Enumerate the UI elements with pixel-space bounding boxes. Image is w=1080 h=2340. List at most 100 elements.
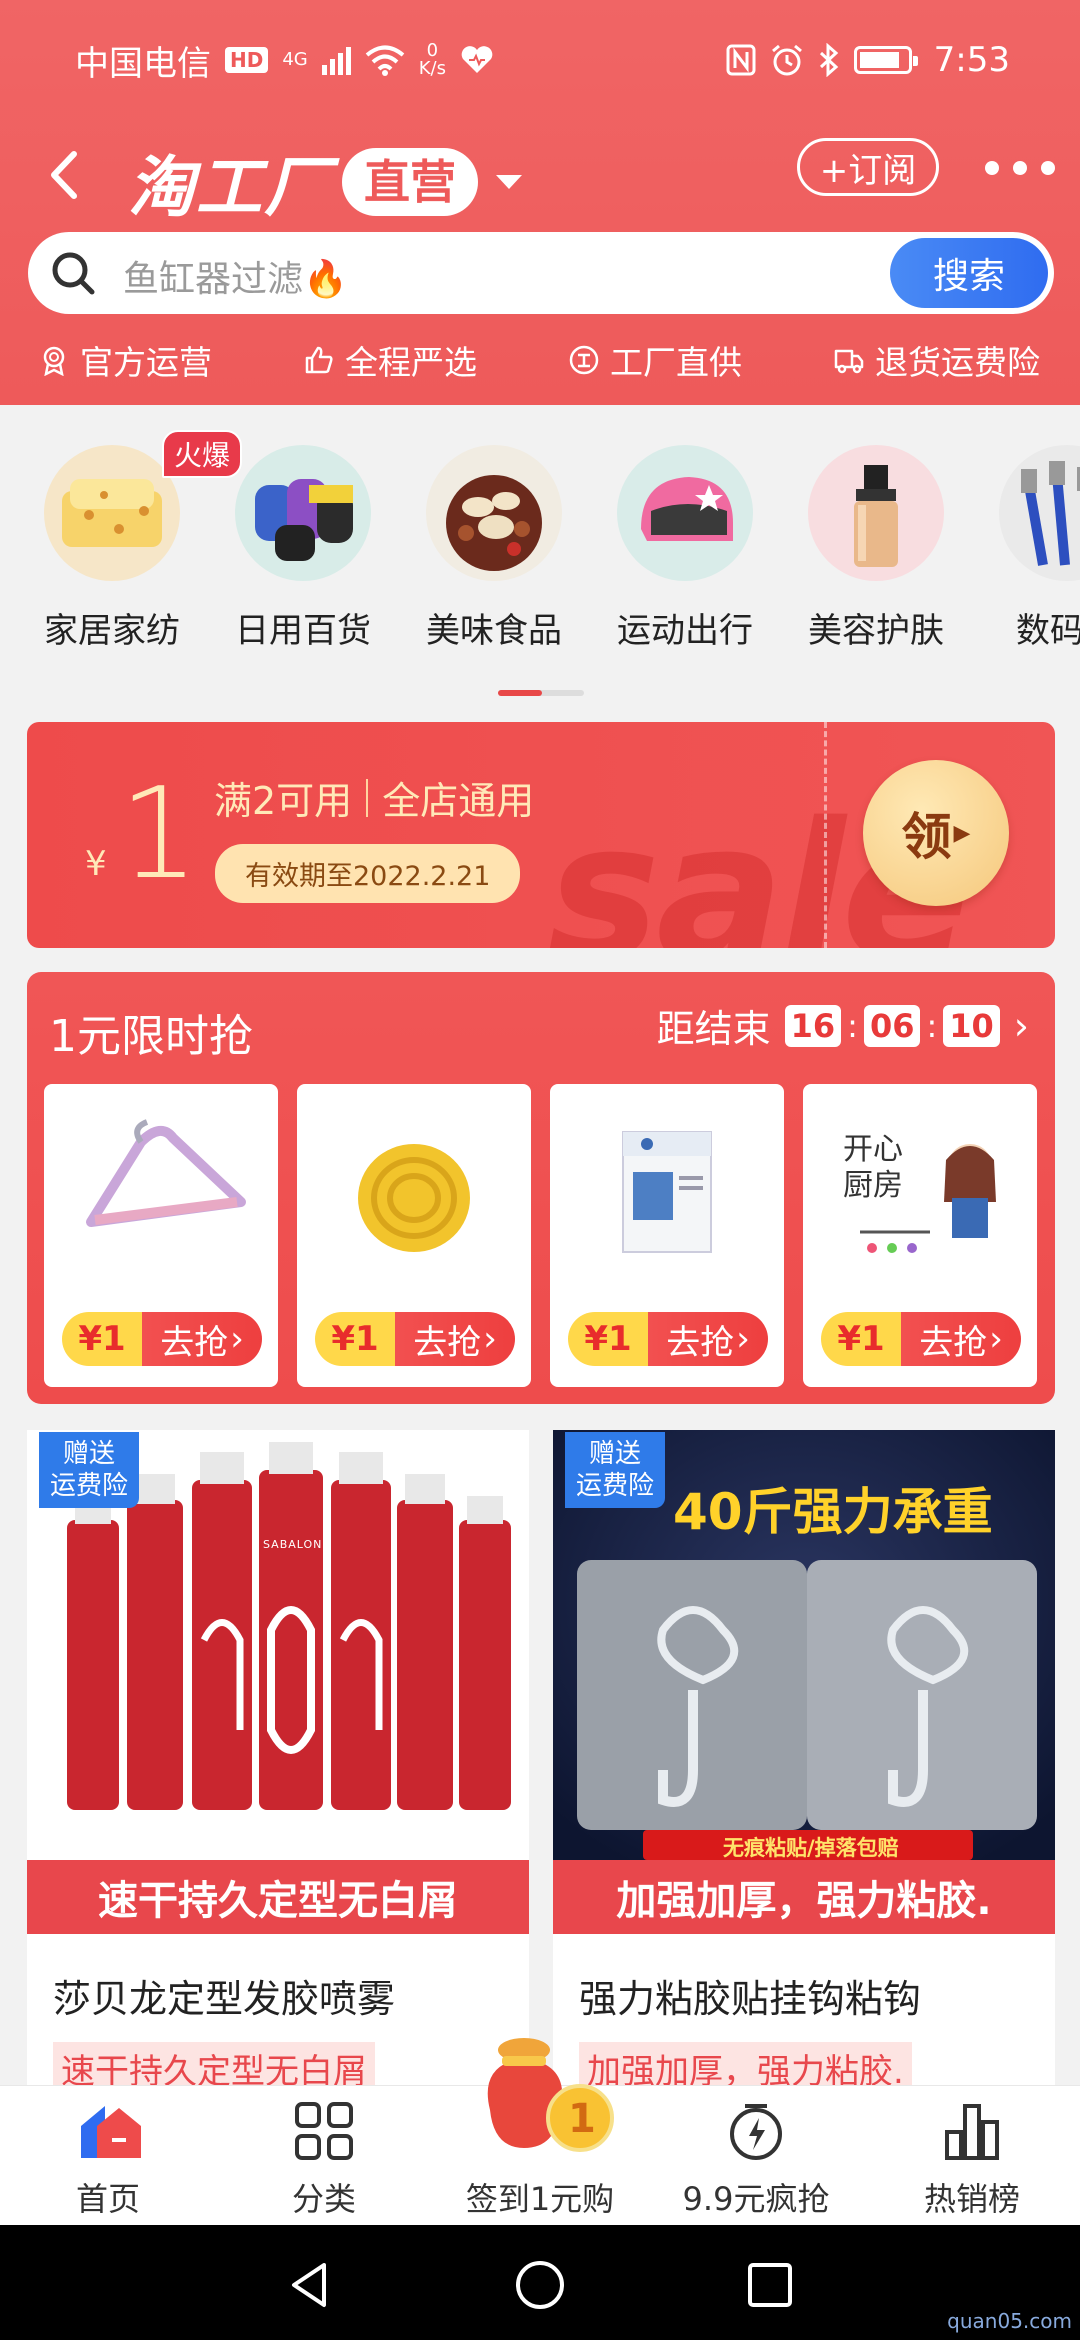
category-image (426, 445, 562, 581)
status-bar: 中国电信 HD 4G 0 K/s 7:53 (0, 0, 1080, 120)
feature-return-insurance: 退货运费险 (833, 336, 1040, 384)
store-switcher[interactable]: 淘工厂 直营 (128, 134, 522, 230)
countdown-minutes: 06 (863, 1004, 921, 1047)
wifi-icon (365, 45, 405, 76)
tab-home[interactable]: 首页 (0, 2086, 216, 2226)
bar-chart-icon (945, 2104, 999, 2160)
category-row: 家居家纺 火爆 日用百货 美味食品 运动出行 美容护肤 数码 (0, 430, 1080, 660)
category-image (235, 445, 371, 581)
category-image (44, 445, 180, 581)
search-bar[interactable]: 鱼缸器过滤🔥 搜索 (28, 232, 1054, 314)
product-title: 强力粘胶贴挂钩粘钩 (579, 1977, 922, 2021)
coupon-scope: 全店通用 (382, 779, 535, 823)
countdown-hours: 16 (784, 1004, 842, 1047)
status-right: 7:53 (726, 40, 1010, 80)
network-speed: 0 K/s (418, 40, 446, 79)
free-return-shipping-badge: 赠送 运费险 (565, 1432, 665, 1508)
ribbon-icon (43, 346, 65, 376)
play-arrow-icon: ▶ (953, 820, 971, 846)
back-button[interactable] (40, 140, 100, 210)
signal-icon (321, 45, 351, 75)
chevron-left-icon (51, 151, 77, 199)
chevron-right-icon: › (989, 1319, 1003, 1359)
free-return-shipping-badge: 赠送 运费险 (39, 1432, 139, 1508)
flash-sale-title: 1元限时抢 (49, 1011, 253, 1062)
category-daily-goods[interactable]: 日用百货 (208, 445, 398, 652)
status-left: 中国电信 HD 4G 0 K/s (75, 36, 494, 85)
product-image: 开心厨房 (803, 1092, 1037, 1292)
product-title: 莎贝龙定型发胶喷雾 (53, 1977, 396, 2021)
countdown-timer[interactable]: 距结束 16 : 06 : 10 › (657, 998, 1029, 1053)
clock-time: 7:53 (933, 40, 1010, 80)
network-type: 4G (282, 49, 308, 70)
feature-factory-direct: 工厂直供 (568, 336, 742, 384)
tab-bestsellers[interactable]: 热销榜 (864, 2086, 1080, 2226)
feature-selected: 全程严选 (303, 336, 477, 384)
flash-item-mask-pack[interactable]: ¥1 去抢 › (550, 1084, 784, 1387)
chevron-right-icon: › (736, 1319, 750, 1359)
battery-icon (853, 46, 918, 74)
product-selling-point: 加强加厚，强力粘胶. (579, 2042, 912, 2090)
nfc-icon (726, 44, 756, 76)
header: 中国电信 HD 4G 0 K/s 7:53 淘工厂 直营 +订阅 鱼缸器过滤🔥 … (0, 0, 1080, 405)
category-image (617, 445, 753, 581)
subscribe-button[interactable]: +订阅 (797, 138, 939, 196)
alarm-icon (771, 44, 802, 76)
product-image (44, 1092, 278, 1292)
coupon-expiry: 有效期至2022.2.21 (215, 844, 521, 903)
grid-icon (295, 2102, 353, 2160)
product-headline: 40斤强力承重 (673, 1483, 993, 1541)
flash-item-rubber-bands[interactable]: ¥1 去抢 › (297, 1084, 531, 1387)
product-image (297, 1092, 531, 1292)
heart-icon (461, 46, 493, 73)
flash-sale-section: 1元限时抢 距结束 16 : 06 : 10 › ¥1 去抢 › ¥1 去抢 ›… (27, 972, 1055, 1404)
search-input[interactable]: 鱼缸器过滤🔥 (123, 250, 348, 302)
category-image (808, 445, 944, 581)
tab-category[interactable]: 分类 (216, 2086, 432, 2226)
coupon-currency: ¥ (85, 844, 107, 884)
grab-button[interactable]: ¥1 去抢 › (568, 1312, 768, 1366)
product-card-hooks[interactable]: 40斤强力承重 无痕粘贴/掉落包赔 赠送 运费险 加强加厚，强力粘胶. 强力粘胶… (553, 1430, 1055, 2090)
product-banner: 速干持久定型无白屑 (27, 1860, 529, 1934)
category-beauty[interactable]: 美容护肤 (781, 445, 971, 652)
chevron-right-icon: › (230, 1319, 244, 1359)
grab-button[interactable]: ¥1 去抢 › (62, 1312, 262, 1366)
thumbs-up-icon (305, 346, 333, 374)
more-options-button[interactable] (985, 140, 1055, 196)
category-scroll-indicator (498, 690, 584, 696)
back-triangle-icon[interactable] (280, 2255, 340, 2315)
brand-name: 淘工厂 (128, 149, 332, 226)
claim-coupon-button[interactable]: 领 ▶ (863, 760, 1009, 906)
grab-button[interactable]: ¥1 去抢 › (315, 1312, 515, 1366)
service-features: 官方运营 全程严选 工厂直供 退货运费险 (0, 330, 1080, 390)
search-button[interactable]: 搜索 (890, 238, 1048, 308)
feature-official: 官方运营 (38, 336, 212, 384)
product-selling-point: 速干持久定型无白屑 (53, 2042, 375, 2090)
chevron-right-icon: › (1013, 1003, 1029, 1048)
grab-button[interactable]: ¥1 去抢 › (821, 1312, 1021, 1366)
flash-item-kitchen-sticker[interactable]: 开心厨房 ¥1 去抢 › (803, 1084, 1037, 1387)
product-banner: 加强加厚，强力粘胶. (553, 1860, 1055, 1934)
category-digital[interactable]: 数码电 (972, 445, 1080, 652)
home-circle-icon[interactable] (510, 2255, 570, 2315)
lightning-clock-icon (730, 2104, 782, 2160)
brand-print: SABALON (263, 1538, 323, 1551)
system-navigation-bar: quan05.com (0, 2225, 1080, 2340)
flash-item-hanger[interactable]: ¥1 去抢 › (44, 1084, 278, 1387)
tab-flash-9-9[interactable]: 9.9元疯抢 (648, 2086, 864, 2226)
home-icon (81, 2106, 141, 2158)
lucky-bag-icon[interactable]: 1 (460, 2030, 620, 2160)
product-strip: 无痕粘贴/掉落包赔 (723, 1836, 899, 1860)
site-watermark: quan05.com (947, 2309, 1072, 2333)
coupon-amount: 1 (119, 760, 200, 907)
category-food[interactable]: 美味食品 (399, 445, 589, 652)
product-card-hairspray[interactable]: SABALON 赠送 运费险 速干持久定型无白屑 莎贝龙定型发胶喷雾 速干持久定… (27, 1430, 529, 2090)
recents-square-icon[interactable] (740, 2255, 800, 2315)
countdown-seconds: 10 (943, 1004, 1000, 1047)
factory-icon (569, 345, 599, 375)
caret-down-icon (496, 175, 522, 189)
category-image (999, 445, 1080, 581)
carrier-label: 中国电信 (75, 43, 211, 84)
nav-row: 淘工厂 直营 +订阅 (0, 120, 1080, 230)
category-sports[interactable]: 运动出行 (590, 445, 780, 652)
